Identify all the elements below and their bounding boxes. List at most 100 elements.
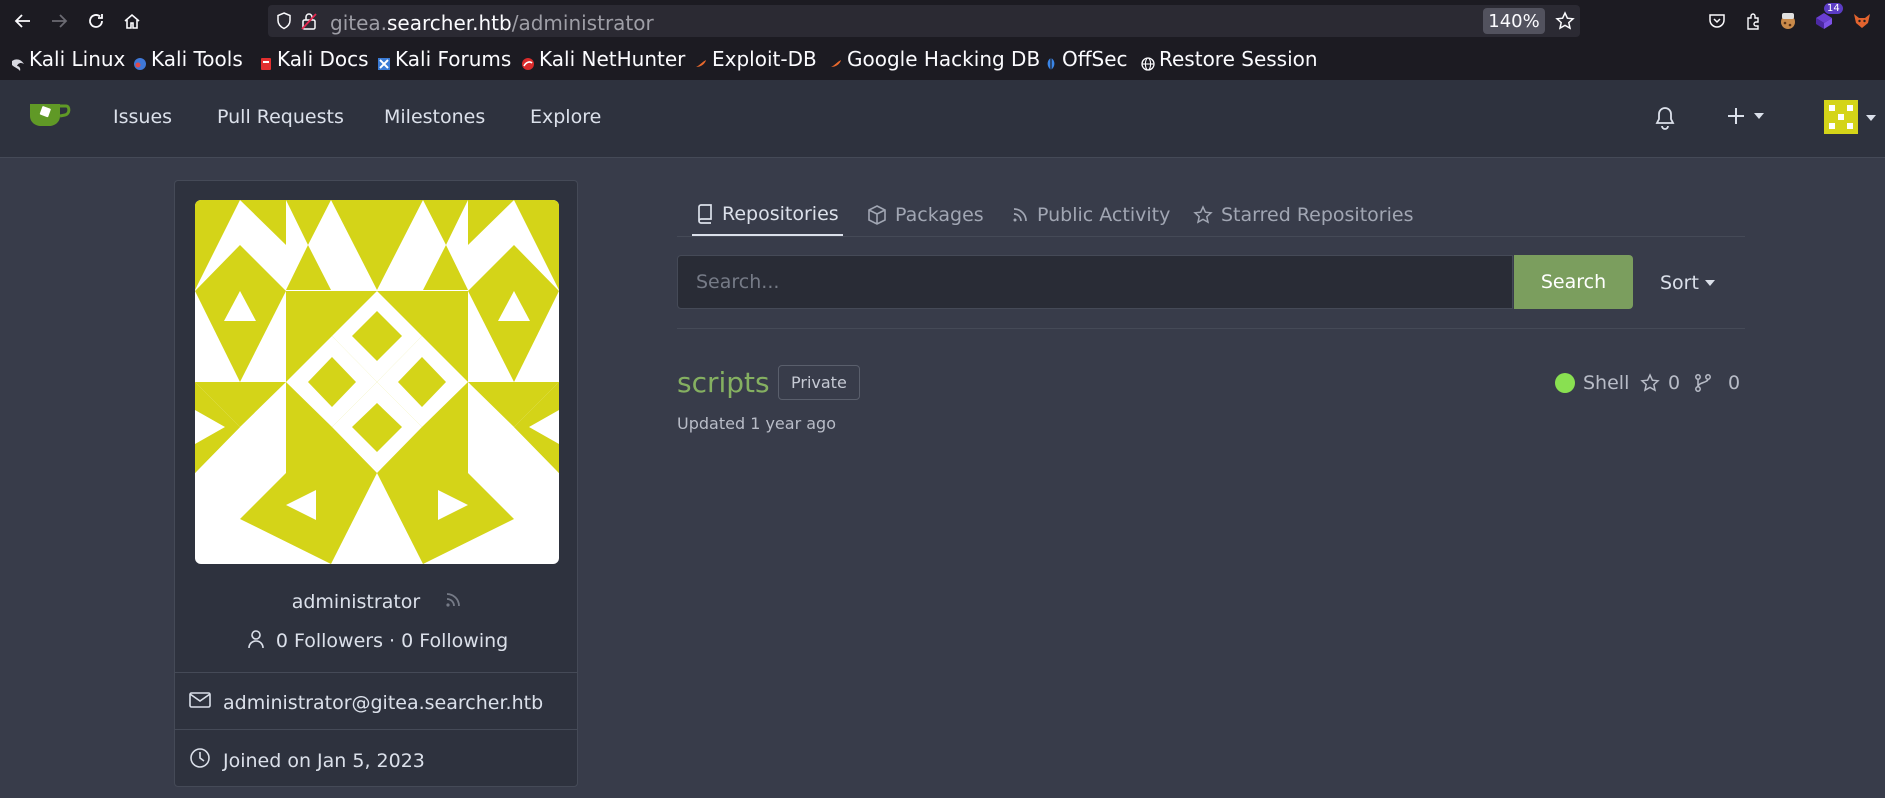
bookmark-restore-session[interactable]: Restore Session [1141, 47, 1318, 71]
user-avatar-menu[interactable] [1824, 100, 1858, 138]
purple-extension-icon[interactable]: 14 [1812, 3, 1843, 33]
visibility-badge: Private [778, 365, 860, 400]
back-icon[interactable] [10, 9, 36, 33]
bookmark-exploit-db[interactable]: Exploit-DB [694, 47, 817, 71]
url-prefix: gitea. [330, 11, 388, 35]
tab-starred-repositories[interactable]: Starred Repositories [1189, 194, 1417, 236]
nav-explore[interactable]: Explore [530, 106, 601, 128]
person-icon [246, 629, 266, 654]
sort-dropdown[interactable]: Sort [1660, 272, 1715, 294]
list-divider [677, 328, 1745, 329]
star-count: 0 [1668, 372, 1681, 394]
bookmark-label: Restore Session [1159, 47, 1318, 71]
create-menu[interactable] [1726, 106, 1764, 126]
profile-email-row: administrator@gitea.searcher.htb [189, 691, 543, 714]
repo-forks[interactable]: 0 [1694, 372, 1740, 394]
extensions-icon[interactable] [1741, 9, 1765, 33]
shield-icon[interactable] [276, 12, 292, 34]
profile-joined: Joined on Jan 5, 2023 [223, 749, 425, 772]
bookmark-label: Exploit-DB [712, 47, 817, 71]
lock-warning-icon[interactable] [301, 12, 317, 34]
sort-chevron-icon [1704, 280, 1715, 286]
profile-tabs: Repositories Packages Public Activity St… [677, 190, 1745, 237]
bookmark-label: Kali Linux [29, 47, 126, 71]
zoom-level[interactable]: 140% [1483, 8, 1545, 34]
language-color-dot [1555, 373, 1575, 393]
globe-icon [1141, 52, 1155, 71]
url-text[interactable]: gitea.searcher.htb/administrator [330, 11, 654, 35]
bookmark-star-icon[interactable] [1555, 11, 1575, 35]
nethunter-icon [521, 52, 535, 70]
exploit-db-icon [694, 52, 708, 67]
package-icon [868, 205, 886, 225]
foxyproxy-icon[interactable] [1850, 9, 1874, 33]
gitea-navbar: Issues Pull Requests Milestones Explore [0, 80, 1885, 158]
nav-pull-requests[interactable]: Pull Requests [217, 106, 344, 128]
reload-icon[interactable] [83, 9, 109, 33]
bookmarks-bar: Kali Linux Kali Tools Kali Docs Kali For… [0, 44, 1885, 76]
tab-packages[interactable]: Packages [863, 194, 988, 236]
kali-tools-icon [133, 52, 147, 70]
bookmark-label: Kali Docs [277, 47, 369, 71]
ghdb-icon [829, 52, 843, 67]
repo-search-field[interactable] [677, 255, 1513, 309]
repo-stars[interactable]: 0 [1640, 372, 1680, 394]
repo-updated: Updated 1 year ago [677, 414, 836, 433]
tab-repositories[interactable]: Repositories [692, 194, 843, 236]
profile-username: administrator [291, 591, 421, 613]
gitea-logo-icon[interactable] [28, 98, 72, 132]
url-host: searcher.htb [387, 11, 512, 35]
tab-label: Repositories [722, 203, 839, 225]
star-icon [1193, 205, 1213, 224]
repo-icon [698, 204, 712, 224]
chevron-down-icon [1754, 113, 1764, 119]
kali-docs-icon [259, 52, 273, 70]
profile-card: administrator 0 Followers · 0 Following … [174, 180, 578, 787]
sort-label: Sort [1660, 272, 1699, 294]
search-button[interactable]: Search [1514, 255, 1633, 309]
profile-follow-row[interactable]: 0 Followers · 0 Following [175, 629, 579, 654]
repo-name-link[interactable]: scripts [677, 366, 770, 399]
card-divider [175, 729, 577, 730]
language-label: Shell [1583, 372, 1630, 394]
star-count-icon [1640, 373, 1660, 392]
avatar-chevron-icon[interactable] [1866, 115, 1876, 121]
url-path: /administrator [511, 11, 654, 35]
tab-label: Public Activity [1037, 204, 1171, 226]
bookmark-google-hacking-db[interactable]: Google Hacking DB [829, 47, 1040, 71]
bookmark-kali-docs[interactable]: Kali Docs [259, 47, 369, 71]
bookmark-label: Kali NetHunter [539, 47, 686, 71]
bookmark-label: Kali Forums [395, 47, 512, 71]
profile-avatar [195, 200, 559, 564]
url-bar[interactable]: gitea.searcher.htb/administrator 140% [268, 5, 1580, 37]
tab-label: Starred Repositories [1221, 204, 1414, 226]
cookie-extension-icon[interactable] [1776, 9, 1800, 33]
bookmark-label: Google Hacking DB [847, 47, 1041, 71]
profile-email[interactable]: administrator@gitea.searcher.htb [223, 692, 543, 714]
bookmark-label: OffSec [1062, 47, 1128, 71]
rss-icon[interactable] [444, 591, 462, 614]
nav-milestones[interactable]: Milestones [384, 106, 485, 128]
fork-count: 0 [1728, 372, 1741, 394]
bell-icon[interactable] [1654, 106, 1676, 134]
home-icon[interactable] [119, 9, 145, 33]
kali-forums-icon [377, 52, 391, 70]
rss-tab-icon [1013, 208, 1027, 222]
bookmark-kali-linux[interactable]: Kali Linux [11, 47, 125, 71]
tab-public-activity[interactable]: Public Activity [1007, 194, 1174, 236]
bookmark-kali-nethunter[interactable]: Kali NetHunter [521, 47, 685, 71]
bookmark-kali-tools[interactable]: Kali Tools [133, 47, 243, 71]
nav-issues[interactable]: Issues [113, 106, 172, 128]
browser-toolbar: gitea.searcher.htb/administrator 140% 14 [0, 0, 1885, 42]
bookmark-label: Kali Tools [151, 47, 243, 71]
bookmark-offsec[interactable]: OffSec [1044, 47, 1128, 71]
offsec-icon [1044, 52, 1058, 70]
pocket-icon[interactable] [1705, 9, 1729, 33]
clock-icon [189, 747, 211, 774]
forward-icon[interactable] [46, 9, 72, 33]
followers-text[interactable]: 0 Followers · 0 Following [276, 630, 508, 652]
repo-search-input[interactable] [678, 256, 1512, 308]
bookmark-kali-forums[interactable]: Kali Forums [377, 47, 511, 71]
tab-label: Packages [895, 204, 984, 226]
repo-language: Shell [1555, 372, 1629, 394]
